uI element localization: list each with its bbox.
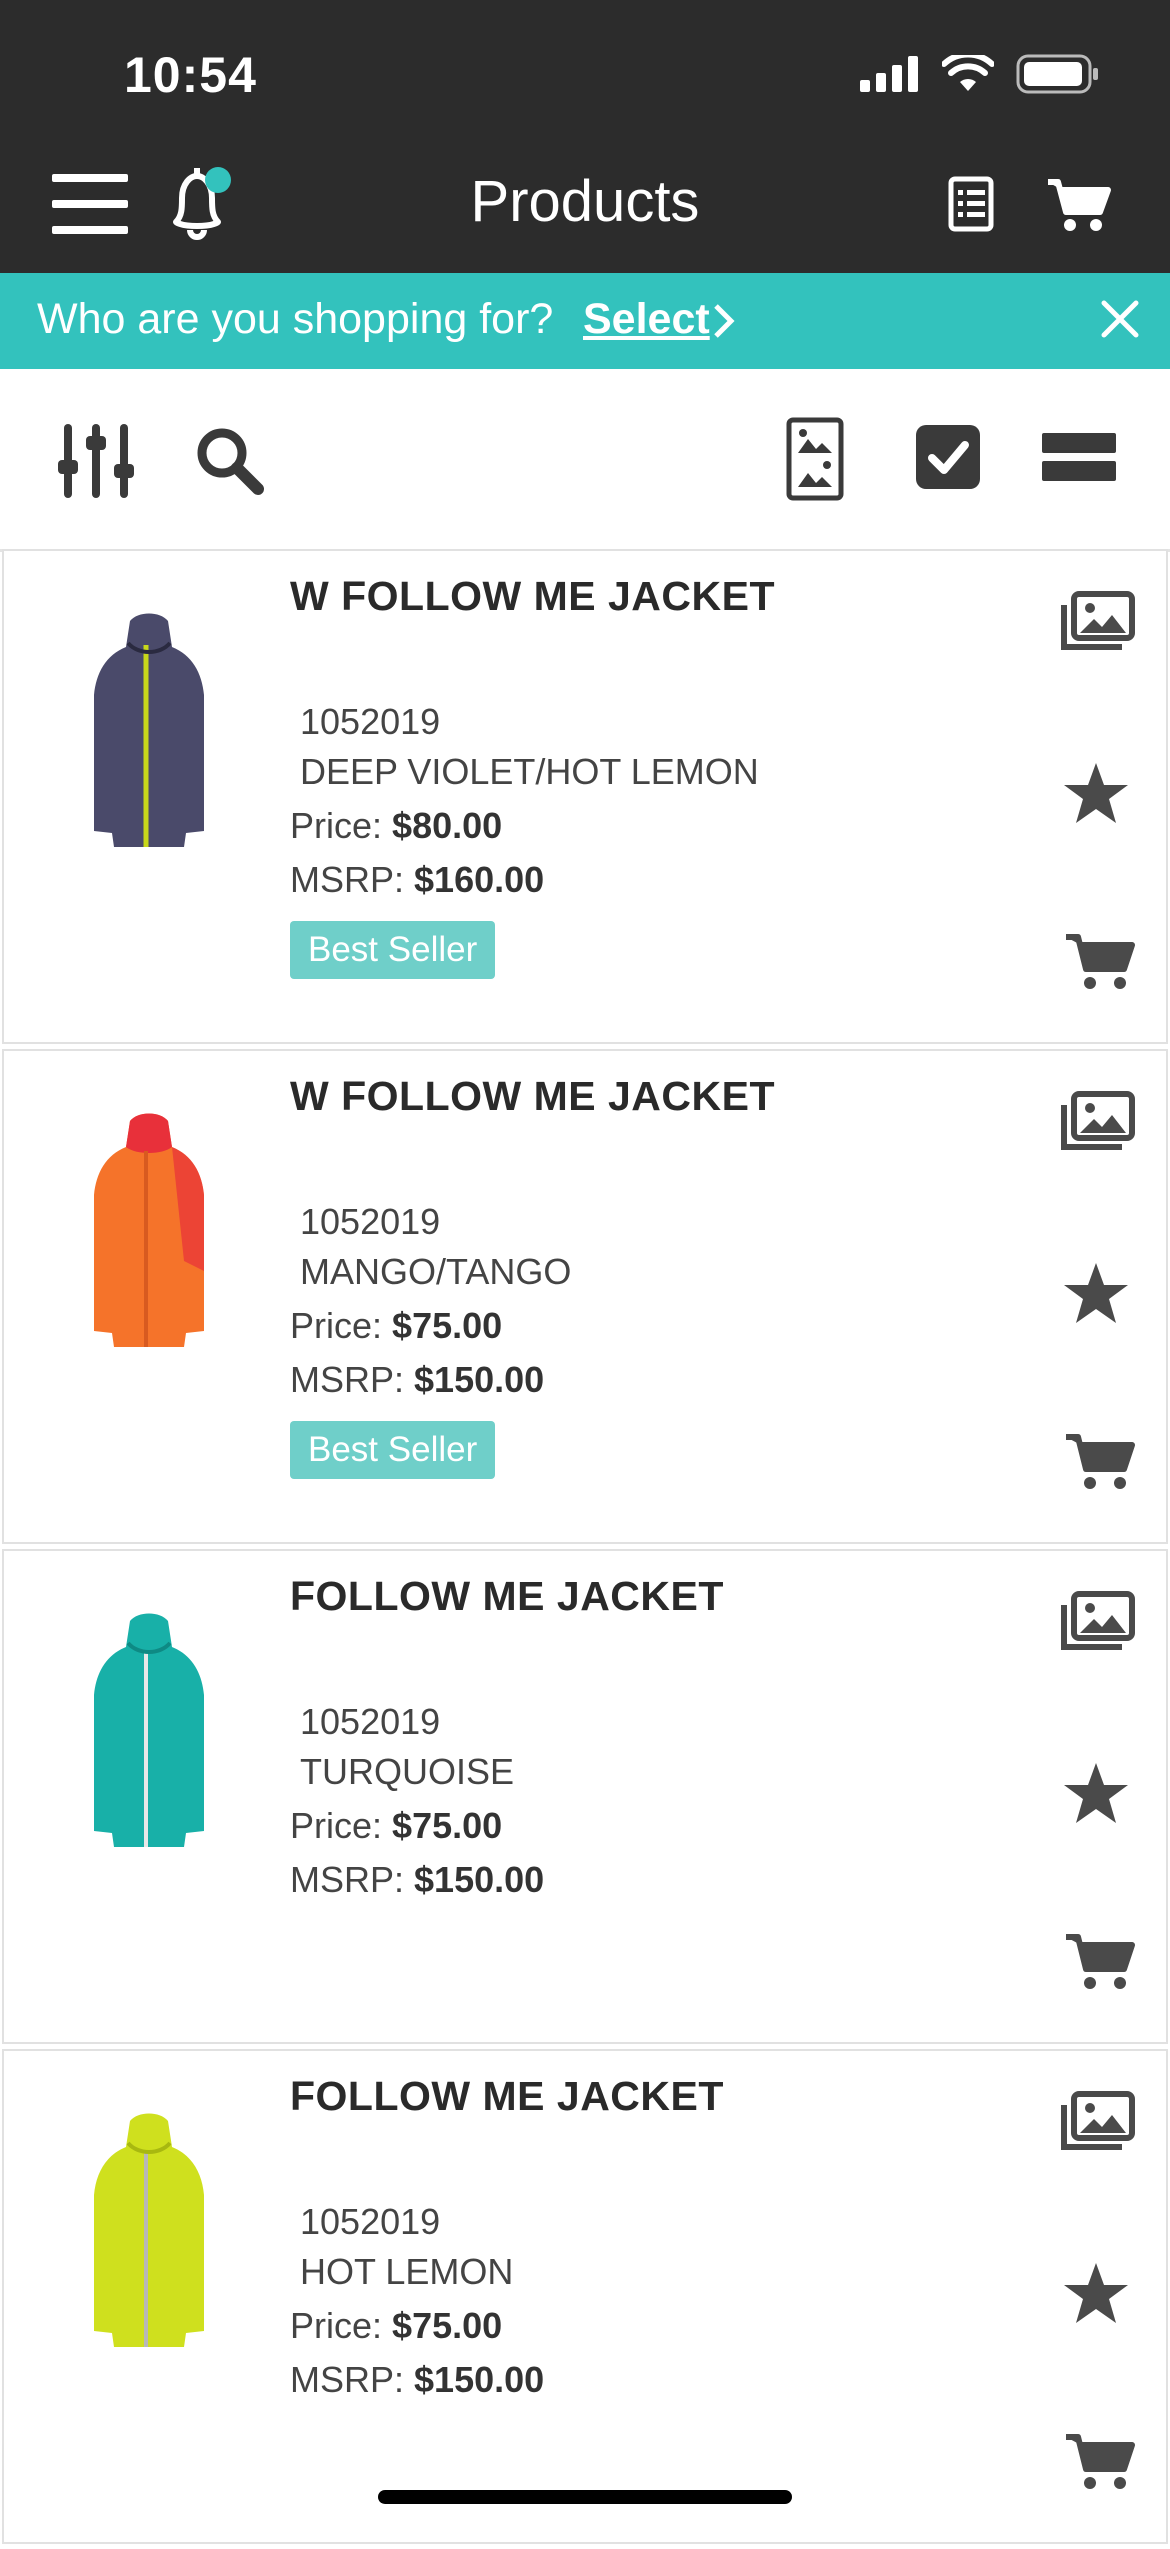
product-sku: 1052019 <box>300 1201 441 1242</box>
add-to-cart-icon[interactable] <box>1064 1431 1136 1498</box>
best-seller-badge: Best Seller <box>290 1421 496 1479</box>
product-card[interactable]: FOLLOW ME JACKET 1052019 TURQUOISE Price… <box>2 1549 1168 2044</box>
search-icon[interactable] <box>194 425 264 500</box>
list-view-icon[interactable] <box>948 176 994 237</box>
product-image-jacket[interactable] <box>74 1611 224 1861</box>
chevron-right-icon[interactable] <box>712 303 736 344</box>
favorite-star-icon[interactable] <box>1062 761 1130 830</box>
add-to-cart-icon[interactable] <box>1064 1931 1136 1998</box>
product-sku: 1052019 <box>300 2201 441 2242</box>
product-name[interactable]: W FOLLOW ME JACKET <box>290 573 775 620</box>
product-color: TURQUOISE <box>300 1751 515 1792</box>
shopping-for-banner: Who are you shopping for? Select <box>0 273 1170 369</box>
home-indicator[interactable] <box>378 2490 792 2504</box>
row-view-icon[interactable] <box>1042 433 1116 486</box>
product-msrp: MSRP: $150.00 <box>290 1359 545 1400</box>
best-seller-badge: Best Seller <box>290 921 496 979</box>
gallery-icon[interactable] <box>1060 2091 1136 2158</box>
product-sku: 1052019 <box>300 1701 441 1742</box>
product-name[interactable]: W FOLLOW ME JACKET <box>290 1073 775 1120</box>
banner-question: Who are you shopping for? <box>37 295 554 343</box>
product-price: Price: $75.00 <box>290 1805 503 1846</box>
gallery-icon[interactable] <box>1060 1591 1136 1658</box>
product-card[interactable]: W FOLLOW ME JACKET 1052019 DEEP VIOLET/H… <box>2 549 1168 1044</box>
product-name[interactable]: FOLLOW ME JACKET <box>290 1573 724 1620</box>
product-name[interactable]: FOLLOW ME JACKET <box>290 2073 724 2120</box>
product-msrp: MSRP: $150.00 <box>290 2359 545 2400</box>
filter-sliders-icon[interactable] <box>58 424 134 503</box>
product-list: W FOLLOW ME JACKET 1052019 DEEP VIOLET/H… <box>0 549 1170 2549</box>
page-title: Products <box>470 169 700 234</box>
favorite-star-icon[interactable] <box>1062 1261 1130 1330</box>
add-to-cart-icon[interactable] <box>1064 931 1136 998</box>
image-view-icon[interactable] <box>786 417 844 506</box>
gallery-icon[interactable] <box>1060 1091 1136 1158</box>
product-price: Price: $75.00 <box>290 1305 503 1346</box>
product-msrp: MSRP: $160.00 <box>290 859 545 900</box>
checkbox-select-icon[interactable] <box>916 425 980 494</box>
close-icon[interactable] <box>1100 299 1140 344</box>
product-msrp: MSRP: $150.00 <box>290 1859 545 1900</box>
product-card[interactable]: W FOLLOW ME JACKET 1052019 MANGO/TANGO P… <box>2 1049 1168 1544</box>
cart-icon[interactable] <box>1046 176 1112 239</box>
product-card[interactable]: FOLLOW ME JACKET 1052019 HOT LEMON Price… <box>2 2049 1168 2544</box>
product-price: Price: $75.00 <box>290 2305 503 2346</box>
battery-icon <box>1016 54 1100 99</box>
select-customer-link[interactable]: Select <box>583 295 710 344</box>
status-time: 10:54 <box>124 47 257 103</box>
favorite-star-icon[interactable] <box>1062 1761 1130 1830</box>
product-color: DEEP VIOLET/HOT LEMON <box>300 751 759 792</box>
status-icons <box>860 51 1100 99</box>
signal-icon <box>860 56 920 97</box>
product-sku: 1052019 <box>300 701 441 742</box>
gallery-icon[interactable] <box>1060 591 1136 658</box>
add-to-cart-icon[interactable] <box>1064 2431 1136 2498</box>
top-bar: 10:54 Products <box>0 0 1170 273</box>
wifi-icon <box>941 51 995 98</box>
product-color: HOT LEMON <box>300 2251 514 2292</box>
favorite-star-icon[interactable] <box>1062 2261 1130 2330</box>
product-price: Price: $80.00 <box>290 805 503 846</box>
product-image-jacket[interactable] <box>74 1111 224 1361</box>
product-image-jacket[interactable] <box>74 2111 224 2361</box>
product-color: MANGO/TANGO <box>300 1251 572 1292</box>
product-image-jacket[interactable] <box>74 611 224 861</box>
product-toolbar <box>0 369 1170 552</box>
